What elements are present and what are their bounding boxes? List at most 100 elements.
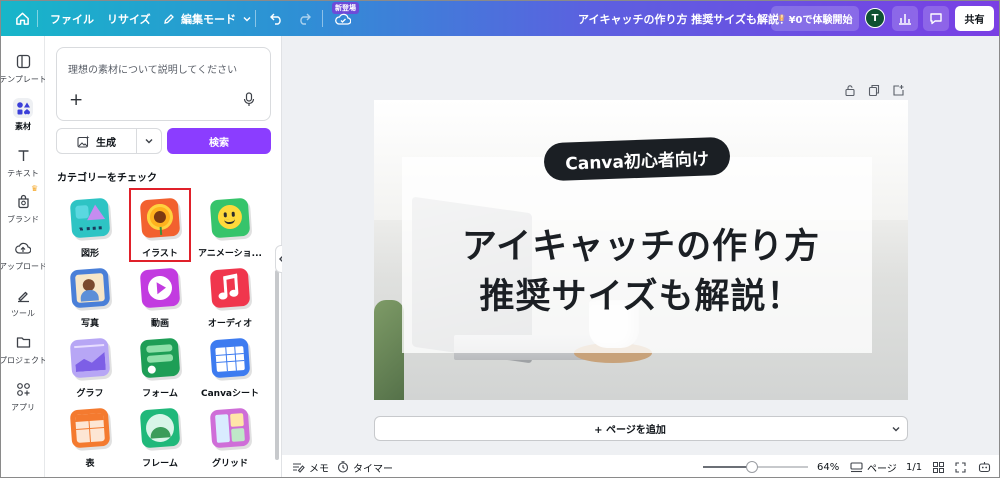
category-label: フレーム <box>142 459 178 469</box>
rail-item-brand[interactable]: ♛ ブランド <box>1 184 45 233</box>
category-label: 動画 <box>150 319 169 329</box>
redo-icon[interactable] <box>297 1 312 36</box>
chevron-down-icon <box>892 426 900 431</box>
play-icon <box>139 267 181 309</box>
free-trial-label: ¥0で体験開始 <box>788 15 853 26</box>
upload-icon <box>13 238 33 258</box>
category-photo[interactable]: 写真 <box>58 266 122 332</box>
design-canvas[interactable]: Canva初心者向け アイキャッチの作り方 推奨サイズも解説！ <box>374 100 908 400</box>
home-icon[interactable] <box>15 1 31 36</box>
chevron-down-icon <box>243 16 251 21</box>
plus-icon[interactable]: + <box>69 92 83 109</box>
share-button[interactable]: 共有 <box>955 6 994 31</box>
rail-item-label: ブランド <box>7 215 39 224</box>
lock-icon[interactable] <box>844 82 858 97</box>
grid-view-icon[interactable] <box>933 455 944 477</box>
rail-item-tools[interactable]: ツール <box>1 283 45 327</box>
apps-icon <box>13 379 33 399</box>
design-pill-label[interactable]: Canva初心者向け <box>543 136 731 182</box>
free-trial-button[interactable]: ♛ ¥0で体験開始 <box>771 6 859 31</box>
pages-button[interactable]: ページ <box>850 455 897 477</box>
generate-label: 生成 <box>96 137 116 149</box>
rail-item-label: プロジェクト <box>0 356 47 365</box>
pages-label: ページ <box>867 463 897 475</box>
photo-icon <box>69 267 111 309</box>
document-title[interactable]: アイキャッチの作り方 推奨サイズも解説！ <box>578 1 790 36</box>
notes-button[interactable]: メモ <box>292 455 329 477</box>
frame-icon <box>139 407 181 449</box>
search-button[interactable]: 検索 <box>167 128 271 154</box>
music-note-icon <box>209 267 251 309</box>
timer-label: タイマー <box>353 463 393 475</box>
add-page-button[interactable]: + ページを追加 <box>374 416 886 441</box>
design-title-line2[interactable]: 推奨サイズも解説！ <box>374 268 908 319</box>
file-menu[interactable]: ファイル <box>50 1 94 36</box>
sheet-icon <box>209 337 251 379</box>
notes-label: メモ <box>309 463 329 475</box>
search-placeholder: 理想の素材について説明してください <box>68 65 238 76</box>
category-label: 図形 <box>80 249 99 259</box>
pencil-icon <box>164 13 174 24</box>
rail-item-label: ツール <box>11 309 35 318</box>
category-form[interactable]: フォーム <box>128 336 192 402</box>
table-icon <box>69 407 111 449</box>
shapes-icon <box>69 197 111 239</box>
edit-mode-dropdown[interactable]: 編集モード <box>163 1 252 36</box>
rail-item-template[interactable]: テンプレート <box>0 49 47 93</box>
chevron-down-icon[interactable] <box>137 136 161 146</box>
rail-item-text[interactable]: テキスト <box>1 143 45 187</box>
divider <box>255 10 256 27</box>
tools-icon <box>13 285 33 305</box>
elements-icon <box>13 98 33 118</box>
panel-scrollbar[interactable] <box>275 270 279 460</box>
bottom-bar: メモ タイマー 64% ページ 1/1 <box>282 455 999 477</box>
zoom-level[interactable]: 64% <box>817 455 839 477</box>
notes-icon <box>293 462 305 473</box>
text-icon <box>13 145 33 165</box>
resize-menu[interactable]: リサイズ <box>107 1 151 36</box>
microphone-icon[interactable] <box>243 92 255 111</box>
help-bot-icon[interactable] <box>978 455 991 477</box>
category-canva-sheets[interactable]: Canvaシート <box>198 336 262 402</box>
category-animation[interactable]: アニメーショ... <box>198 196 262 262</box>
add-page-icon[interactable] <box>892 82 906 96</box>
crown-icon: ♛ <box>31 184 39 193</box>
category-shapes[interactable]: 図形 <box>58 196 122 262</box>
category-label: アニメーショ... <box>198 249 262 259</box>
category-label: グラフ <box>76 389 104 399</box>
category-table[interactable]: 表 <box>58 406 122 472</box>
category-heading: カテゴリーをチェック <box>57 173 157 184</box>
category-video[interactable]: 動画 <box>128 266 192 332</box>
rail-item-projects[interactable]: プロジェクト <box>0 330 47 374</box>
template-icon <box>13 51 33 71</box>
category-frame[interactable]: フレーム <box>128 406 192 472</box>
category-audio[interactable]: オーディオ <box>198 266 262 332</box>
elements-panel: 理想の素材について説明してください + 生成 検索 カテゴリーをチェック 図形 … <box>45 36 282 477</box>
category-grid[interactable]: グリッド <box>198 406 262 472</box>
cloud-save-icon[interactable] <box>335 1 351 36</box>
rail-item-label: テンプレート <box>0 75 47 84</box>
zoom-slider[interactable] <box>703 461 808 473</box>
page-count: 1/1 <box>906 461 923 473</box>
rail-item-upload[interactable]: アップロード <box>1 236 47 280</box>
add-page-options[interactable] <box>885 416 908 441</box>
generate-label-wrap[interactable]: 生成 <box>57 129 137 153</box>
duplicate-icon[interactable] <box>868 82 882 97</box>
fullscreen-icon[interactable] <box>955 455 966 477</box>
rail-item-elements[interactable]: 素材 <box>1 96 45 140</box>
zoom-slider-thumb[interactable] <box>746 461 759 473</box>
edit-mode-label: 編集モード <box>181 12 236 26</box>
timer-button[interactable]: タイマー <box>337 455 393 477</box>
insights-icon[interactable] <box>892 6 918 31</box>
undo-icon[interactable] <box>269 1 284 36</box>
generate-button[interactable]: 生成 <box>56 128 162 154</box>
search-input[interactable]: 理想の素材について説明してください + <box>56 47 271 121</box>
rail-item-apps[interactable]: アプリ <box>1 377 45 421</box>
comment-icon[interactable] <box>923 6 949 31</box>
magic-image-icon <box>77 135 90 148</box>
design-title-line1[interactable]: アイキャッチの作り方 <box>374 218 908 269</box>
avatar[interactable]: T <box>865 8 885 28</box>
divider <box>37 10 38 27</box>
category-chart[interactable]: グラフ <box>58 336 122 402</box>
divider <box>322 10 323 27</box>
